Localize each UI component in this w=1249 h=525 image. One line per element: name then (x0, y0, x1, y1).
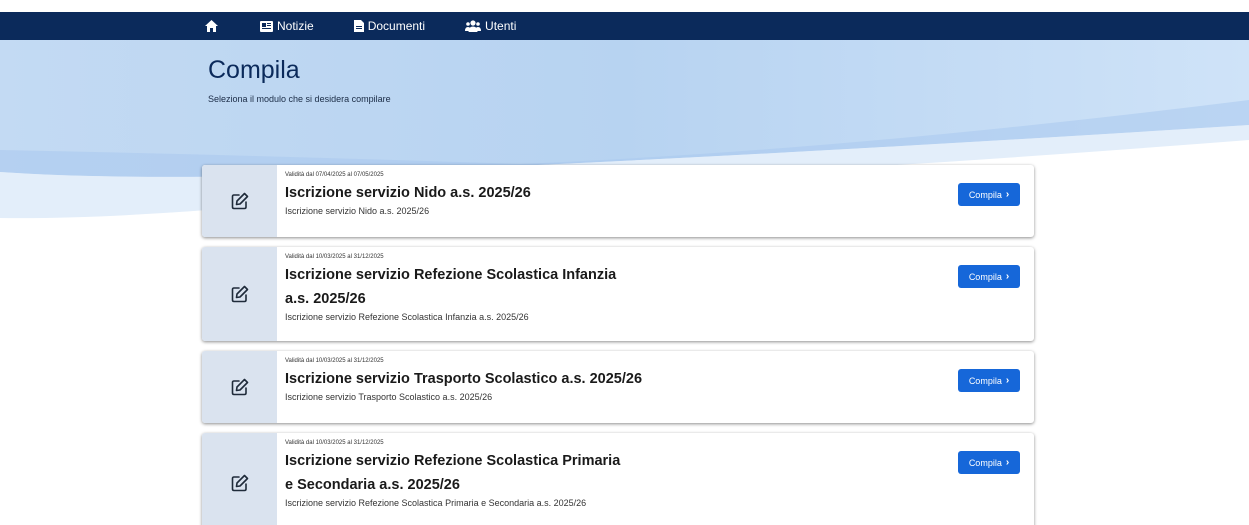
document-icon (353, 20, 364, 32)
card-validity: Validità dal 07/04/2025 al 07/05/2025 (285, 172, 384, 178)
form-card-trasporto: Validità dal 10/03/2025 al 31/12/2025 Is… (202, 351, 1034, 423)
card-body: Validità dal 07/04/2025 al 07/05/2025 Is… (277, 165, 1034, 237)
edit-icon (231, 192, 248, 210)
card-title: Iscrizione servizio Trasporto Scolastico… (285, 371, 643, 387)
card-title: Iscrizione servizio Refezione Scolastica… (285, 453, 621, 493)
form-card-refezione-infanzia: Validità dal 10/03/2025 al 31/12/2025 Is… (202, 247, 1034, 341)
chevron-right-icon: › (1005, 189, 1010, 200)
form-card-refezione-primaria: Validità dal 10/03/2025 al 31/12/2025 Is… (202, 433, 1034, 525)
form-card-nido: Validità dal 07/04/2025 al 07/05/2025 Is… (202, 165, 1034, 237)
chevron-right-icon: › (1005, 457, 1010, 468)
card-description: Iscrizione servizio Trasporto Scolastico… (285, 392, 493, 402)
edit-icon (231, 378, 248, 396)
compila-button-label: Compila (968, 457, 1002, 468)
compila-button-label: Compila (968, 271, 1002, 282)
nav-documenti-label: Documenti (367, 19, 426, 33)
card-validity: Validità dal 10/03/2025 al 31/12/2025 (285, 440, 384, 446)
card-description: Iscrizione servizio Refezione Scolastica… (285, 312, 529, 322)
nav-notizie[interactable]: Notizie (260, 19, 314, 33)
chevron-right-icon: › (1005, 375, 1010, 386)
top-navbar: Notizie Documenti Utenti (0, 12, 1249, 40)
card-title: Iscrizione servizio Nido a.s. 2025/26 (285, 185, 531, 201)
compila-button-label: Compila (968, 375, 1002, 386)
form-list: Validità dal 07/04/2025 al 07/05/2025 Is… (202, 165, 1034, 525)
card-description: Iscrizione servizio Nido a.s. 2025/26 (285, 206, 430, 216)
card-validity: Validità dal 10/03/2025 al 31/12/2025 (285, 358, 384, 364)
edit-icon (231, 285, 248, 303)
card-body: Validità dal 10/03/2025 al 31/12/2025 Is… (277, 351, 1034, 423)
card-validity: Validità dal 10/03/2025 al 31/12/2025 (285, 254, 384, 260)
nav-utenti[interactable]: Utenti (465, 19, 516, 33)
card-description: Iscrizione servizio Refezione Scolastica… (285, 498, 587, 508)
card-body: Validità dal 10/03/2025 al 31/12/2025 Is… (277, 433, 1034, 525)
nav-notizie-label: Notizie (277, 19, 314, 33)
edit-icon (231, 474, 248, 492)
compila-button[interactable]: Compila › (958, 451, 1020, 474)
chevron-right-icon: › (1005, 271, 1010, 282)
nav-home[interactable] (205, 20, 222, 32)
compila-button-label: Compila (968, 189, 1002, 200)
nav-utenti-label: Utenti (485, 19, 517, 33)
compila-button[interactable]: Compila › (958, 183, 1020, 206)
card-icon-column (202, 165, 277, 237)
page-subtitle: Seleziona il modulo che si desidera comp… (208, 94, 391, 104)
newspaper-icon (260, 20, 273, 32)
card-body: Validità dal 10/03/2025 al 31/12/2025 Is… (277, 247, 1034, 341)
users-icon (465, 20, 482, 32)
card-icon-column (202, 351, 277, 423)
card-icon-column (202, 433, 277, 525)
card-title: Iscrizione servizio Refezione Scolastica… (285, 267, 617, 307)
compila-button[interactable]: Compila › (958, 369, 1020, 392)
home-icon (205, 20, 218, 32)
compila-button[interactable]: Compila › (958, 265, 1020, 288)
card-icon-column (202, 247, 277, 341)
page-title: Compila (208, 56, 300, 84)
nav-documenti[interactable]: Documenti (353, 19, 426, 33)
